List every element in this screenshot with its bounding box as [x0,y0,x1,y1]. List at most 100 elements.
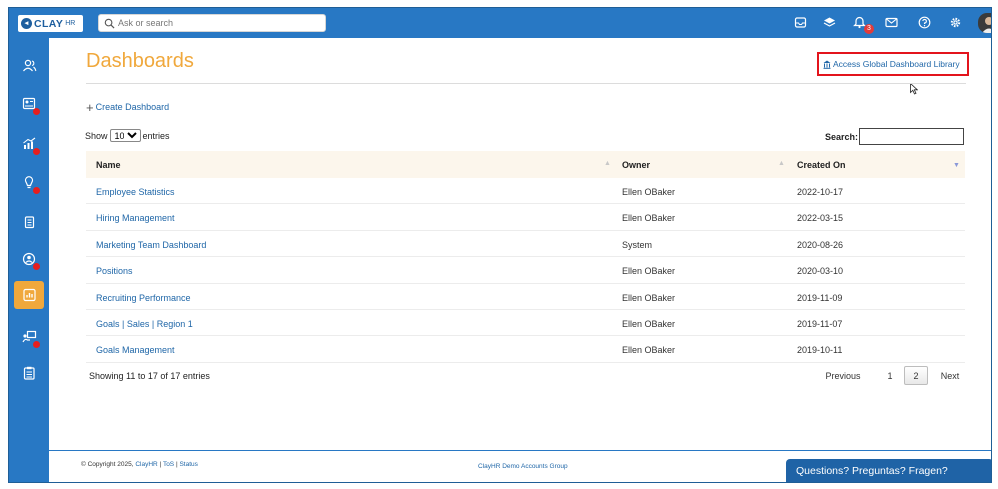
sidebar [9,38,49,482]
settings-icon[interactable] [947,14,963,30]
next-page-button[interactable]: Next [935,366,965,385]
column-header-owner[interactable]: Owner [622,160,650,170]
page-title: Dashboards [86,50,194,72]
sidebar-item-ideas[interactable] [14,169,44,197]
global-search[interactable] [98,14,326,32]
sidebar-item-people[interactable] [14,52,44,80]
footer-copyright: © Copyright 2025, ClayHR | ToS | Status [81,461,198,468]
dashboard-name-link[interactable]: Goals Management [96,345,175,355]
help-chat-button[interactable]: Questions? Preguntas? Fragen? [786,459,991,482]
owner-cell: Ellen OBaker [622,187,676,197]
sidebar-item-tasks[interactable] [14,359,44,387]
sidebar-item-profile[interactable] [14,245,44,273]
create-dashboard-label: Create Dashboard [95,102,170,112]
sort-icon[interactable]: ▲ [604,160,611,167]
notification-badge: 3 [864,24,874,34]
dashboard-name-link[interactable]: Positions [96,266,133,276]
owner-cell: Ellen OBaker [622,266,676,277]
dashboard-name-link[interactable]: Goals | Sales | Region 1 [96,319,193,329]
sort-desc-icon[interactable]: ▼ [953,162,960,169]
dashboard-name-link[interactable]: Hiring Management [96,213,175,223]
logo-sub-text: HR [65,20,76,27]
footer-separator: | [175,461,178,468]
people-icon [22,59,36,72]
global-library-label: Access Global Dashboard Library [833,59,960,69]
sidebar-item-dashboards[interactable] [14,281,44,309]
sidebar-alert-dot [33,108,40,115]
table-row: Marketing Team Dashboard System 2020-08-26 [86,231,965,258]
table-search-label: Search: [825,132,859,142]
clipboard-icon [23,366,35,380]
created-on-cell: 2022-10-17 [797,187,844,197]
owner-cell: Ellen OBaker [622,213,676,224]
title-divider [86,83,966,84]
global-library-link[interactable]: Access Global Dashboard Library [823,59,960,69]
table-header: Name ▲ Owner ▲ Created On ▼ [86,151,965,178]
main-content: Dashboards Access Global Dashboard Libra… [49,38,991,482]
top-bar: ◂ CLAY HR 3 [9,8,991,38]
column-header-name[interactable]: Name [96,160,121,170]
dashboard-name-link[interactable]: Marketing Team Dashboard [96,240,206,250]
dashboard-name-link[interactable]: Recruiting Performance [96,293,191,303]
show-label: Show [85,130,108,141]
sidebar-item-id-card[interactable] [14,90,44,118]
page-2-button[interactable]: 2 [904,366,928,385]
account-group-link[interactable]: ClayHR Demo Accounts Group [478,463,568,470]
app-window: ◂ CLAY HR 3 [8,7,992,483]
created-on-cell: 2022-03-15 [797,213,844,224]
page-length-control: Show 10 entries [85,129,170,142]
plus-icon: + [86,99,94,115]
sidebar-item-meetings[interactable] [14,323,44,351]
clayhr-link[interactable]: ClayHR [135,461,157,468]
sort-icon[interactable]: ▲ [778,160,785,167]
global-search-input[interactable] [118,16,318,30]
user-avatar[interactable] [978,13,991,33]
create-dashboard-link[interactable]: + Create Dashboard [86,99,170,115]
footer-separator: | [159,461,162,468]
mouse-cursor-icon [910,83,918,95]
table-row: Employee Statistics Ellen OBaker 2022-10-1… [86,178,965,205]
owner-cell: Ellen OBaker [622,318,676,329]
logo-text: CLAY [34,17,64,30]
previous-page-button[interactable]: Previous [821,366,865,385]
sidebar-item-documents[interactable] [14,208,44,236]
copyright-text: © Copyright 2025, [81,461,134,468]
created-on-cell: 2020-03-10 [797,266,844,277]
page-1-button[interactable]: 1 [882,366,898,385]
owner-cell: System [622,239,653,250]
table-row: Recruiting Performance Ellen OBaker 2019-1… [86,284,965,310]
owner-cell: Ellen OBaker [622,345,676,356]
table-search-input[interactable] [859,128,964,145]
table-info: Showing 11 to 17 of 17 entries [89,371,210,381]
dashboard-name-link[interactable]: Employee Statistics [96,187,175,197]
created-on-cell: 2020-08-26 [797,239,844,250]
owner-cell: Ellen OBaker [622,292,676,303]
created-on-cell: 2019-11-09 [797,292,843,303]
table-row: Goals Management Ellen OBaker 2019-10-11 [86,336,965,363]
sidebar-alert-dot [33,148,40,155]
documents-icon [24,216,34,229]
column-header-created[interactable]: Created On [797,160,846,170]
sidebar-alert-dot [33,341,40,348]
sidebar-alert-dot [33,187,40,194]
table-row: Goals | Sales | Region 1 Ellen OBaker 2019… [86,310,965,337]
status-link[interactable]: Status [179,461,197,468]
tos-link[interactable]: ToS [163,461,174,468]
sidebar-item-growth[interactable] [14,130,44,158]
library-icon [823,60,831,69]
table-row: Hiring Management Ellen OBaker 2022-03-15 [86,204,965,231]
created-on-cell: 2019-10-11 [797,345,843,356]
table-row: Positions Ellen OBaker 2020-03-10 [86,257,965,284]
help-icon[interactable] [916,14,932,30]
created-on-cell: 2019-11-07 [797,318,843,329]
search-icon [104,18,115,29]
sidebar-alert-dot [33,263,40,270]
inbox-icon[interactable] [792,14,808,30]
mail-icon[interactable] [883,14,899,30]
layers-icon[interactable] [821,14,837,30]
page-length-select[interactable]: 10 [109,129,141,142]
clayhr-logo[interactable]: ◂ CLAY HR [18,15,83,32]
dashboard-icon [22,288,36,302]
dashboards-table: Name ▲ Owner ▲ Created On ▼ Employee Sta… [86,151,965,363]
entries-label: entries [142,130,170,141]
